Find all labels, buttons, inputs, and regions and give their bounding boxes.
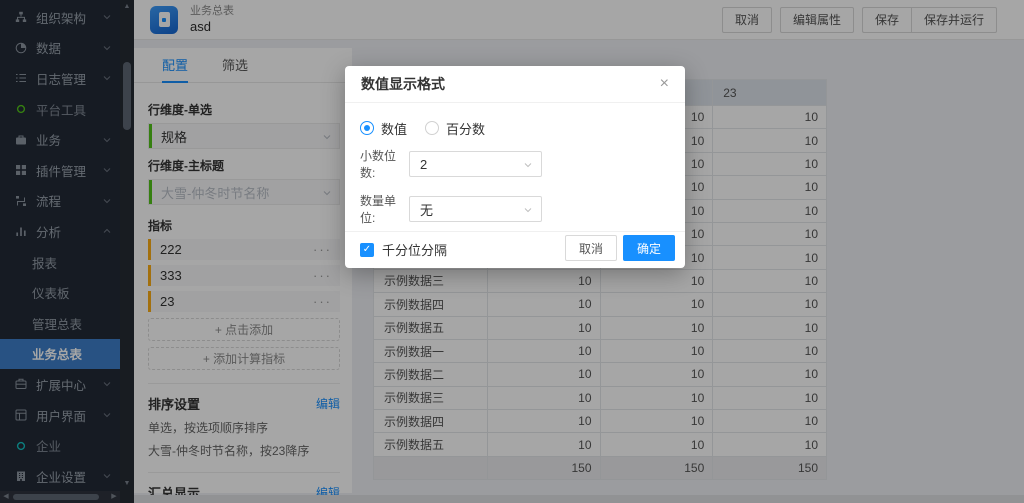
modal-ok-button[interactable]: 确定 <box>623 235 675 261</box>
decimal-places-select[interactable]: 2 <box>409 151 542 177</box>
modal-title: 数值显示格式 <box>361 74 445 94</box>
radio-percentage[interactable] <box>425 121 439 135</box>
chevron-down-icon <box>523 205 533 215</box>
unit-label: 数量单位: <box>360 192 409 226</box>
radio-numeric[interactable] <box>360 121 374 135</box>
chevron-down-icon <box>523 160 533 170</box>
radio-percentage-label: 百分数 <box>446 119 485 138</box>
close-icon[interactable]: × <box>660 76 669 92</box>
unit-select[interactable]: 无 <box>409 196 542 222</box>
modal-cancel-button[interactable]: 取消 <box>565 235 617 261</box>
decimal-places-label: 小数位数: <box>360 147 409 181</box>
number-format-modal: 数值显示格式 × 数值 百分数 小数位数: 2 数量单位: 无 ✓ 千分位分隔 <box>345 66 685 268</box>
radio-numeric-label: 数值 <box>381 119 407 138</box>
